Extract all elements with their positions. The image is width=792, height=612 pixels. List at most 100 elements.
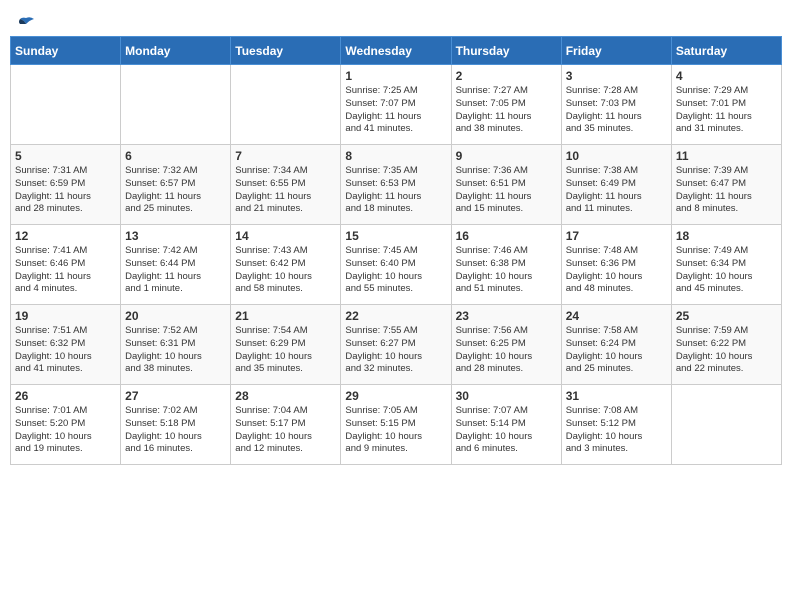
- cell-info: Sunrise: 7:07 AM Sunset: 5:14 PM Dayligh…: [456, 405, 557, 456]
- day-number: 5: [15, 149, 116, 163]
- day-number: 18: [676, 229, 777, 243]
- calendar-cell: 24 Sunrise: 7:58 AM Sunset: 6:24 PM Dayli…: [561, 305, 671, 385]
- cell-info: Sunrise: 7:38 AM Sunset: 6:49 PM Dayligh…: [566, 165, 667, 216]
- cell-info: Sunrise: 7:59 AM Sunset: 6:22 PM Dayligh…: [676, 325, 777, 376]
- header-row: SundayMondayTuesdayWednesdayThursdayFrid…: [11, 37, 782, 65]
- day-number: 31: [566, 389, 667, 403]
- calendar-cell: 19 Sunrise: 7:51 AM Sunset: 6:32 PM Dayli…: [11, 305, 121, 385]
- cell-info: Sunrise: 7:29 AM Sunset: 7:01 PM Dayligh…: [676, 85, 777, 136]
- cell-info: Sunrise: 7:04 AM Sunset: 5:17 PM Dayligh…: [235, 405, 336, 456]
- cell-info: Sunrise: 7:43 AM Sunset: 6:42 PM Dayligh…: [235, 245, 336, 296]
- day-number: 7: [235, 149, 336, 163]
- calendar-cell: 23Sunrise: 7:56 AM Sunset: 6:25 PM Dayli…: [451, 305, 561, 385]
- calendar-cell: 2Sunrise: 7:27 AM Sunset: 7:05 PM Daylig…: [451, 65, 561, 145]
- calendar-cell: [11, 65, 121, 145]
- cell-info: Sunrise: 7:54 AM Sunset: 6:29 PM Dayligh…: [235, 325, 336, 376]
- calendar-week-4: 19 Sunrise: 7:51 AM Sunset: 6:32 PM Dayli…: [11, 305, 782, 385]
- cell-info: Sunrise: 7:46 AM Sunset: 6:38 PM Dayligh…: [456, 245, 557, 296]
- day-header-thursday: Thursday: [451, 37, 561, 65]
- calendar-week-2: 5Sunrise: 7:31 AM Sunset: 6:59 PM Daylig…: [11, 145, 782, 225]
- calendar-cell: 14 Sunrise: 7:43 AM Sunset: 6:42 PM Dayli…: [231, 225, 341, 305]
- day-number: 26: [15, 389, 116, 403]
- calendar-cell: 22 Sunrise: 7:55 AM Sunset: 6:27 PM Dayli…: [341, 305, 451, 385]
- day-number: 28: [235, 389, 336, 403]
- day-number: 25: [676, 309, 777, 323]
- day-header-wednesday: Wednesday: [341, 37, 451, 65]
- cell-info: Sunrise: 7:27 AM Sunset: 7:05 PM Dayligh…: [456, 85, 557, 136]
- calendar-cell: 29 Sunrise: 7:05 AM Sunset: 5:15 PM Dayli…: [341, 385, 451, 465]
- calendar-cell: 5Sunrise: 7:31 AM Sunset: 6:59 PM Daylig…: [11, 145, 121, 225]
- cell-info: Sunrise: 7:42 AM Sunset: 6:44 PM Dayligh…: [125, 245, 226, 296]
- page-header: [10, 10, 782, 28]
- calendar-week-1: 1 Sunrise: 7:25 AM Sunset: 7:07 PM Daylig…: [11, 65, 782, 145]
- logo: [14, 16, 36, 28]
- day-number: 22: [345, 309, 446, 323]
- day-number: 30: [456, 389, 557, 403]
- cell-info: Sunrise: 7:49 AM Sunset: 6:34 PM Dayligh…: [676, 245, 777, 296]
- calendar-cell: 8 Sunrise: 7:35 AM Sunset: 6:53 PM Daylig…: [341, 145, 451, 225]
- calendar-table: SundayMondayTuesdayWednesdayThursdayFrid…: [10, 36, 782, 465]
- cell-info: Sunrise: 7:56 AM Sunset: 6:25 PM Dayligh…: [456, 325, 557, 376]
- day-number: 3: [566, 69, 667, 83]
- cell-info: Sunrise: 7:32 AM Sunset: 6:57 PM Dayligh…: [125, 165, 226, 216]
- day-number: 9: [456, 149, 557, 163]
- cell-info: Sunrise: 7:34 AM Sunset: 6:55 PM Dayligh…: [235, 165, 336, 216]
- cell-info: Sunrise: 7:39 AM Sunset: 6:47 PM Dayligh…: [676, 165, 777, 216]
- cell-info: Sunrise: 7:51 AM Sunset: 6:32 PM Dayligh…: [15, 325, 116, 376]
- day-number: 19: [15, 309, 116, 323]
- calendar-week-5: 26 Sunrise: 7:01 AM Sunset: 5:20 PM Dayli…: [11, 385, 782, 465]
- day-number: 29: [345, 389, 446, 403]
- day-number: 8: [345, 149, 446, 163]
- calendar-cell: 9 Sunrise: 7:36 AM Sunset: 6:51 PM Daylig…: [451, 145, 561, 225]
- day-number: 14: [235, 229, 336, 243]
- calendar-cell: [231, 65, 341, 145]
- cell-info: Sunrise: 7:41 AM Sunset: 6:46 PM Dayligh…: [15, 245, 116, 296]
- cell-info: Sunrise: 7:05 AM Sunset: 5:15 PM Dayligh…: [345, 405, 446, 456]
- cell-info: Sunrise: 7:55 AM Sunset: 6:27 PM Dayligh…: [345, 325, 446, 376]
- cell-info: Sunrise: 7:25 AM Sunset: 7:07 PM Dayligh…: [345, 85, 446, 136]
- cell-info: Sunrise: 7:08 AM Sunset: 5:12 PM Dayligh…: [566, 405, 667, 456]
- calendar-cell: 17 Sunrise: 7:48 AM Sunset: 6:36 PM Dayli…: [561, 225, 671, 305]
- day-number: 17: [566, 229, 667, 243]
- cell-info: Sunrise: 7:48 AM Sunset: 6:36 PM Dayligh…: [566, 245, 667, 296]
- calendar-cell: 13 Sunrise: 7:42 AM Sunset: 6:44 PM Dayli…: [121, 225, 231, 305]
- calendar-cell: 21 Sunrise: 7:54 AM Sunset: 6:29 PM Dayli…: [231, 305, 341, 385]
- cell-info: Sunrise: 7:28 AM Sunset: 7:03 PM Dayligh…: [566, 85, 667, 136]
- day-number: 6: [125, 149, 226, 163]
- day-number: 12: [15, 229, 116, 243]
- logo-bird-icon: [16, 16, 36, 32]
- calendar-cell: 26 Sunrise: 7:01 AM Sunset: 5:20 PM Dayli…: [11, 385, 121, 465]
- day-number: 27: [125, 389, 226, 403]
- calendar-cell: 10 Sunrise: 7:38 AM Sunset: 6:49 PM Dayli…: [561, 145, 671, 225]
- day-header-monday: Monday: [121, 37, 231, 65]
- cell-info: Sunrise: 7:01 AM Sunset: 5:20 PM Dayligh…: [15, 405, 116, 456]
- calendar-cell: 20Sunrise: 7:52 AM Sunset: 6:31 PM Dayli…: [121, 305, 231, 385]
- day-header-sunday: Sunday: [11, 37, 121, 65]
- calendar-cell: 27 Sunrise: 7:02 AM Sunset: 5:18 PM Dayli…: [121, 385, 231, 465]
- day-number: 10: [566, 149, 667, 163]
- day-header-tuesday: Tuesday: [231, 37, 341, 65]
- day-number: 24: [566, 309, 667, 323]
- day-number: 13: [125, 229, 226, 243]
- cell-info: Sunrise: 7:45 AM Sunset: 6:40 PM Dayligh…: [345, 245, 446, 296]
- day-number: 21: [235, 309, 336, 323]
- calendar-cell: 31 Sunrise: 7:08 AM Sunset: 5:12 PM Dayli…: [561, 385, 671, 465]
- calendar-cell: 28 Sunrise: 7:04 AM Sunset: 5:17 PM Dayli…: [231, 385, 341, 465]
- calendar-cell: 15 Sunrise: 7:45 AM Sunset: 6:40 PM Dayli…: [341, 225, 451, 305]
- cell-info: Sunrise: 7:36 AM Sunset: 6:51 PM Dayligh…: [456, 165, 557, 216]
- calendar-week-3: 12 Sunrise: 7:41 AM Sunset: 6:46 PM Dayli…: [11, 225, 782, 305]
- day-number: 15: [345, 229, 446, 243]
- calendar-cell: 16Sunrise: 7:46 AM Sunset: 6:38 PM Dayli…: [451, 225, 561, 305]
- calendar-cell: 4Sunrise: 7:29 AM Sunset: 7:01 PM Daylig…: [671, 65, 781, 145]
- calendar-cell: 11 Sunrise: 7:39 AM Sunset: 6:47 PM Dayli…: [671, 145, 781, 225]
- calendar-cell: 6 Sunrise: 7:32 AM Sunset: 6:57 PM Daylig…: [121, 145, 231, 225]
- cell-info: Sunrise: 7:02 AM Sunset: 5:18 PM Dayligh…: [125, 405, 226, 456]
- day-number: 1: [345, 69, 446, 83]
- day-header-saturday: Saturday: [671, 37, 781, 65]
- cell-info: Sunrise: 7:35 AM Sunset: 6:53 PM Dayligh…: [345, 165, 446, 216]
- cell-info: Sunrise: 7:58 AM Sunset: 6:24 PM Dayligh…: [566, 325, 667, 376]
- day-header-friday: Friday: [561, 37, 671, 65]
- calendar-cell: 1 Sunrise: 7:25 AM Sunset: 7:07 PM Daylig…: [341, 65, 451, 145]
- day-number: 20: [125, 309, 226, 323]
- day-number: 11: [676, 149, 777, 163]
